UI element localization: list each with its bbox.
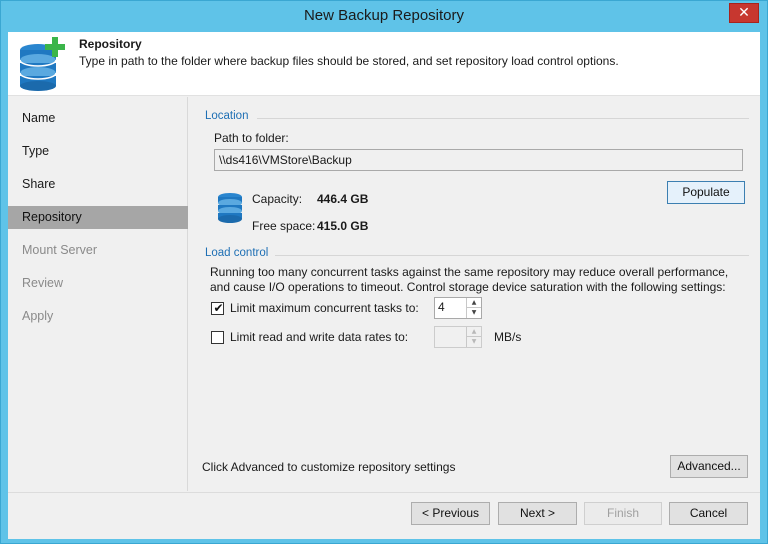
advanced-button[interactable]: Advanced...: [670, 455, 748, 478]
step-type[interactable]: Type: [8, 140, 188, 163]
spin-down-icon: ▼: [466, 337, 481, 347]
checkmark-icon: ✔: [213, 301, 224, 315]
concurrent-tasks-value[interactable]: 4: [438, 300, 445, 314]
step-share[interactable]: Share: [8, 173, 188, 196]
path-label: Path to folder:: [214, 131, 289, 145]
next-button[interactable]: Next >: [498, 502, 577, 525]
wizard-footer: < Previous Next > Finish Cancel: [8, 492, 760, 539]
wizard-steps-sidebar: Name Type Share Repository Mount Server …: [8, 97, 188, 491]
advanced-hint: Click Advanced to customize repository s…: [202, 460, 456, 474]
step-apply: Apply: [22, 309, 54, 323]
limit-tasks-label: Limit maximum concurrent tasks to:: [230, 301, 419, 315]
data-rate-spinner: ▲ ▼: [434, 326, 482, 348]
close-button[interactable]: ✕: [729, 3, 759, 23]
dialog-client-area: Repository Type in path to the folder wh…: [8, 32, 760, 539]
spin-down-icon[interactable]: ▼: [466, 308, 481, 318]
spin-up-icon[interactable]: ▲: [466, 298, 481, 308]
spin-up-icon: ▲: [466, 327, 481, 337]
load-control-group-label: Load control: [205, 247, 269, 259]
free-space-value: 415.0 GB: [317, 219, 369, 233]
path-to-folder-input[interactable]: \\ds416\VMStore\Backup: [214, 149, 743, 171]
concurrent-tasks-spinner[interactable]: 4 ▲ ▼: [434, 297, 482, 319]
location-divider: [257, 118, 749, 119]
header-title: Repository: [79, 37, 142, 51]
load-control-description-line1: Running too many concurrent tasks agains…: [210, 265, 729, 279]
step-mount-server: Mount Server: [22, 243, 98, 257]
capacity-value: 446.4 GB: [317, 192, 369, 206]
cancel-button[interactable]: Cancel: [669, 502, 748, 525]
dialog-window: New Backup Repository ✕ Repository Type …: [0, 0, 768, 544]
rate-unit-label: MB/s: [494, 330, 522, 344]
capacity-label: Capacity:: [252, 192, 303, 206]
finish-button: Finish: [584, 502, 662, 525]
free-space-label: Free space:: [252, 219, 316, 233]
step-repository[interactable]: Repository: [8, 206, 188, 229]
limit-rate-checkbox[interactable]: [211, 331, 224, 344]
limit-rate-label: Limit read and write data rates to:: [230, 330, 409, 344]
load-control-divider: [275, 255, 749, 256]
populate-button[interactable]: Populate: [667, 181, 745, 204]
database-add-icon: [19, 37, 65, 91]
location-group-label: Location: [205, 110, 249, 122]
limit-tasks-checkbox[interactable]: ✔: [211, 301, 224, 315]
wizard-header: Repository Type in path to the folder wh…: [8, 32, 760, 96]
title-bar[interactable]: New Backup Repository ✕: [1, 1, 767, 32]
load-control-description-line2: and cause I/O operations to timeout. Con…: [210, 280, 726, 294]
header-description: Type in path to the folder where backup …: [79, 54, 619, 68]
previous-button[interactable]: < Previous: [411, 502, 490, 525]
database-icon: [218, 193, 242, 223]
step-name[interactable]: Name: [8, 107, 188, 130]
repository-settings-panel: Location Path to folder: \\ds416\VMStore…: [189, 97, 760, 491]
window-title: New Backup Repository: [303, 7, 465, 24]
step-review: Review: [22, 276, 63, 290]
